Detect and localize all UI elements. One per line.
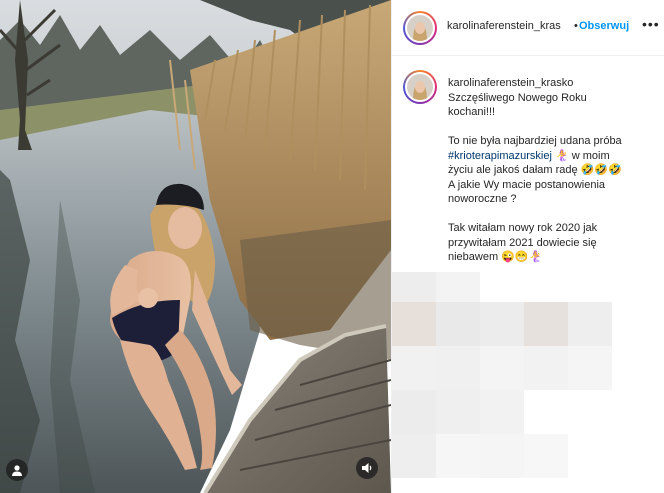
avatar[interactable] — [405, 13, 435, 43]
post-side-panel: karolinaferenstein_kras • Obserwuj ••• k… — [391, 0, 664, 493]
follow-button[interactable]: Obserwuj — [579, 20, 629, 32]
post-author-username[interactable]: karolinaferenstein_kras — [447, 20, 561, 32]
caption-text: w moim — [568, 149, 610, 162]
caption-line: życiu ale jakoś dałam radę 🤣🤣🤣 — [448, 164, 622, 176]
user-tag-button[interactable] — [6, 459, 28, 481]
user-tag-icon — [12, 465, 22, 476]
caption-line: A jakie Wy macie postanowienia — [448, 178, 606, 191]
caption-line: Tak witałam nowy rok 2020 jak — [448, 222, 598, 234]
caption-line: To nie była najbardziej udana próba — [448, 135, 622, 147]
caption-line: kochani!!! — [448, 106, 496, 118]
avatar-image — [407, 15, 433, 41]
caption-line: Szczęśliwego Nowego Roku — [448, 91, 587, 104]
post-caption: karolinaferenstein_krasko Szczęśliwego N… — [448, 76, 658, 265]
hashtag-link[interactable]: #krioterapimazurskiej — [448, 150, 552, 162]
instagram-post-modal: karolinaferenstein_kras • Obserwuj ••• k… — [0, 0, 664, 493]
avatar-image — [407, 74, 433, 100]
caption-line: niebawem 😜😁🧜‍♀️ — [448, 251, 543, 263]
volume-icon — [362, 463, 372, 473]
caption-avatar[interactable] — [405, 72, 435, 102]
post-header: karolinaferenstein_kras • Obserwuj ••• — [392, 0, 664, 56]
caption-username[interactable]: karolinaferenstein_krasko — [448, 76, 658, 91]
caption-line: przywitałam 2021 dowiecie się — [448, 236, 597, 249]
sound-button[interactable] — [356, 457, 378, 479]
mermaid-emoji: 🧜‍♀️ — [555, 149, 569, 162]
caption-line: #krioterapimazurskiej 🧜‍♀️ w moim — [448, 149, 658, 164]
lake-scene-image — [0, 0, 391, 493]
caption-line: noworoczne ? — [448, 193, 517, 205]
separator-dot: • — [574, 20, 578, 32]
post-photo[interactable] — [0, 0, 391, 493]
pixelated-comments-area — [392, 272, 664, 493]
more-options-icon[interactable]: ••• — [642, 16, 660, 32]
